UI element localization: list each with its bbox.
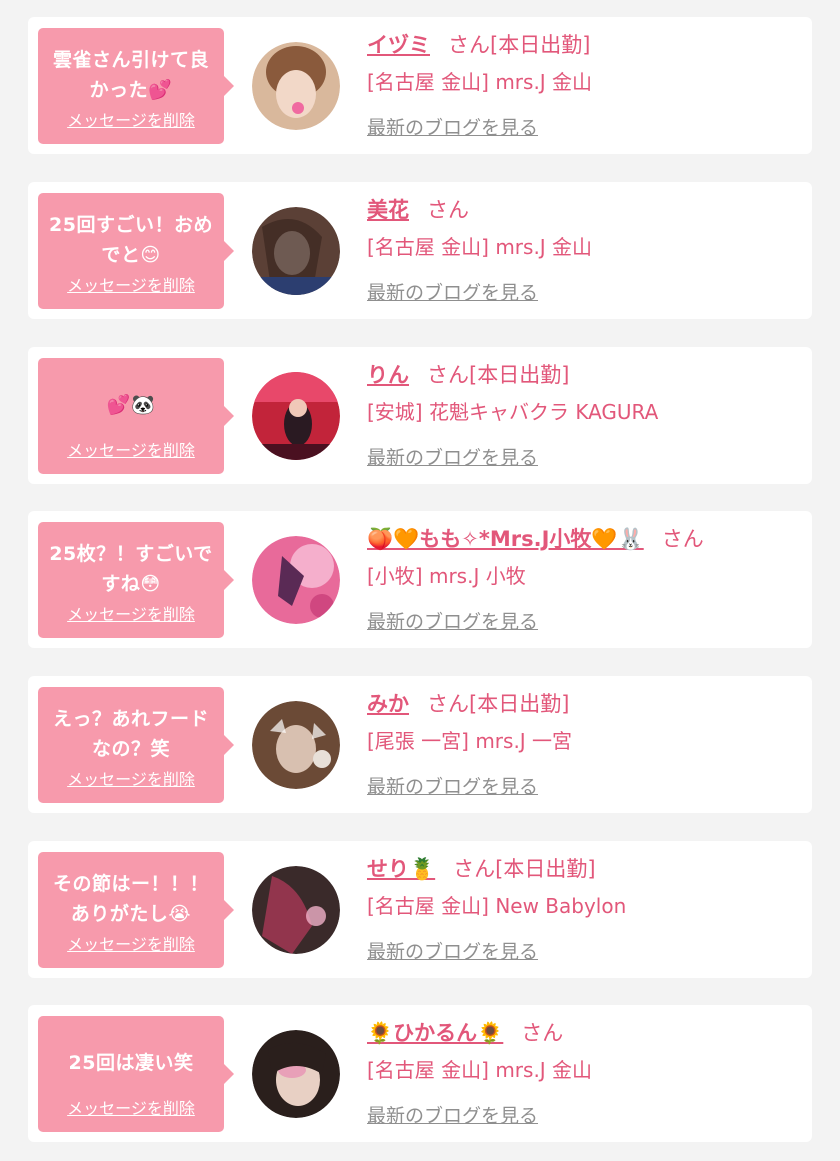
message-card: 25枚？！すごいですね😳 メッセージを削除 🍑🧡もも✧*Mrs.J小牧🧡🐰 さん …	[28, 511, 812, 648]
delete-message-link[interactable]: メッセージを削除	[38, 601, 224, 625]
delete-message-link[interactable]: メッセージを削除	[38, 766, 224, 790]
message-text: 雲雀さん引けて良かった💕	[52, 49, 209, 101]
delete-message-link[interactable]: メッセージを削除	[38, 1095, 224, 1119]
latest-blog-link[interactable]: 最新のブログを見る	[367, 607, 538, 637]
shop-label: [名古屋 金山] New Babylon	[367, 894, 627, 918]
delete-message-link[interactable]: メッセージを削除	[38, 272, 224, 296]
name-suffix: さん	[661, 527, 704, 551]
message-card: 雲雀さん引けて良かった💕 メッセージを削除 イヅミ さん[本日出勤] [名古屋 金…	[28, 17, 812, 154]
message-bubble: 25回は凄い笑 メッセージを削除	[38, 1016, 234, 1132]
shop-label: [尾張 一宮] mrs.J 一宮	[367, 729, 573, 753]
message-text: その節はー！！！ありがたし😭	[52, 873, 209, 925]
latest-blog-link[interactable]: 最新のブログを見る	[367, 937, 538, 967]
avatar-image	[252, 866, 340, 954]
shop-label: [安城] 花魁キャバクラ KAGURA	[367, 400, 659, 424]
message-list: 雲雀さん引けて良かった💕 メッセージを削除 イヅミ さん[本日出勤] [名古屋 金…	[0, 0, 840, 1161]
name-line: 美花 さん	[367, 194, 469, 226]
avatar-image	[252, 42, 340, 130]
name-suffix: さん[本日出勤]	[453, 857, 596, 881]
delete-message-link[interactable]: メッセージを削除	[38, 931, 224, 955]
name-suffix: さん[本日出勤]	[427, 692, 570, 716]
name-line: せり🍍 さん[本日出勤]	[367, 853, 596, 885]
name-line: 🍑🧡もも✧*Mrs.J小牧🧡🐰 さん	[367, 523, 704, 555]
latest-blog-link[interactable]: 最新のブログを見る	[367, 772, 538, 802]
message-text: えっ？あれフードなの？笑	[52, 708, 209, 760]
avatar-image	[252, 372, 340, 460]
message-card: えっ？あれフードなの？笑 メッセージを削除 みか さん[本日出勤] [尾張 一宮]…	[28, 676, 812, 813]
shop-label: [小牧] mrs.J 小牧	[367, 564, 526, 588]
delete-message-link[interactable]: メッセージを削除	[38, 107, 224, 131]
cast-name-link[interactable]: みか	[367, 692, 409, 716]
message-bubble: 25枚？！すごいですね😳 メッセージを削除	[38, 522, 234, 638]
avatar[interactable]	[252, 42, 340, 130]
message-text: 25枚？！すごいですね😳	[49, 543, 213, 595]
name-line: イヅミ さん[本日出勤]	[367, 29, 590, 61]
name-suffix: さん	[427, 198, 469, 222]
avatar[interactable]	[252, 536, 340, 624]
avatar-image	[252, 1030, 340, 1118]
message-bubble: 25回すごい！おめでと😊 メッセージを削除	[38, 193, 234, 309]
avatar-image	[252, 207, 340, 295]
message-bubble: 雲雀さん引けて良かった💕 メッセージを削除	[38, 28, 234, 144]
cast-name-link[interactable]: 🌻ひかるん🌻	[367, 1021, 503, 1045]
name-suffix: さん[本日出勤]	[427, 363, 570, 387]
name-line: みか さん[本日出勤]	[367, 688, 569, 720]
cast-name-link[interactable]: せり🍍	[367, 857, 435, 881]
avatar[interactable]	[252, 207, 340, 295]
message-text: 25回すごい！おめでと😊	[49, 214, 213, 266]
latest-blog-link[interactable]: 最新のブログを見る	[367, 113, 538, 143]
avatar[interactable]	[252, 1030, 340, 1118]
shop-label: [名古屋 金山] mrs.J 金山	[367, 235, 593, 259]
message-card: 25回は凄い笑 メッセージを削除 🌻ひかるん🌻 さん [名古屋 金山] mrs.J…	[28, 1005, 812, 1142]
latest-blog-link[interactable]: 最新のブログを見る	[367, 443, 538, 473]
message-bubble: その節はー！！！ありがたし😭 メッセージを削除	[38, 852, 234, 968]
cast-name-link[interactable]: りん	[367, 363, 409, 387]
shop-label: [名古屋 金山] mrs.J 金山	[367, 1058, 593, 1082]
message-bubble: えっ？あれフードなの？笑 メッセージを削除	[38, 687, 234, 803]
message-text: 25回は凄い笑	[68, 1052, 194, 1074]
shop-label: [名古屋 金山] mrs.J 金山	[367, 70, 593, 94]
message-text: 💕🐼	[106, 394, 156, 416]
cast-name-link[interactable]: イヅミ	[367, 33, 430, 57]
latest-blog-link[interactable]: 最新のブログを見る	[367, 1101, 538, 1131]
avatar-image	[252, 701, 340, 789]
cast-name-link[interactable]: 美花	[367, 198, 409, 222]
avatar[interactable]	[252, 866, 340, 954]
avatar-image	[252, 536, 340, 624]
name-suffix: さん[本日出勤]	[448, 33, 591, 57]
latest-blog-link[interactable]: 最新のブログを見る	[367, 278, 538, 308]
name-line: りん さん[本日出勤]	[367, 359, 569, 391]
delete-message-link[interactable]: メッセージを削除	[38, 437, 224, 461]
message-card: 💕🐼 メッセージを削除 りん さん[本日出勤] [安城] 花魁キャバクラ KAGU…	[28, 347, 812, 484]
avatar[interactable]	[252, 701, 340, 789]
name-suffix: さん	[521, 1021, 564, 1045]
cast-name-link[interactable]: 🍑🧡もも✧*Mrs.J小牧🧡🐰	[367, 527, 644, 551]
name-line: 🌻ひかるん🌻 さん	[367, 1017, 563, 1049]
avatar[interactable]	[252, 372, 340, 460]
message-card: 25回すごい！おめでと😊 メッセージを削除 美花 さん [名古屋 金山] mrs.…	[28, 182, 812, 319]
message-bubble: 💕🐼 メッセージを削除	[38, 358, 234, 474]
message-card: その節はー！！！ありがたし😭 メッセージを削除 せり🍍 さん[本日出勤] [名古屋…	[28, 841, 812, 978]
